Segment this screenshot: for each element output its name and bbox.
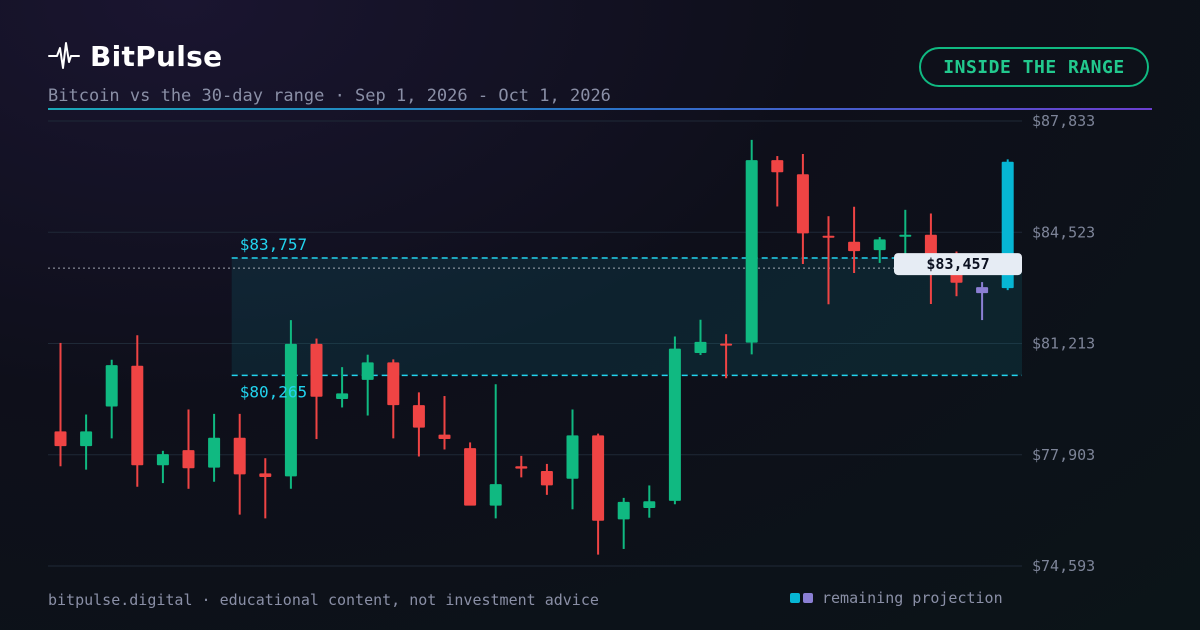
- y-tick-label: $81,213: [1032, 335, 1095, 353]
- candle-body: [80, 431, 93, 447]
- projection-candle: [976, 287, 989, 294]
- candle-body: [566, 435, 579, 479]
- candle-body: [771, 160, 784, 173]
- footer-note: bitpulse.digital · educational content, …: [48, 591, 599, 609]
- candle-body: [233, 437, 246, 475]
- candle-body: [515, 466, 528, 469]
- candle-body: [873, 239, 886, 251]
- candle-body: [643, 501, 656, 508]
- candle-body: [464, 448, 477, 506]
- candlestick-chart: $87,833 $84,523 $81,213 $77,903 $74,593 $83,7…: [48, 112, 1095, 575]
- candle-body: [284, 343, 297, 477]
- range-high-label: $83,757: [240, 235, 307, 254]
- candle-body: [387, 362, 400, 406]
- y-tick-label: $87,833: [1032, 112, 1095, 130]
- legend: remaining projection: [790, 589, 1003, 607]
- candle-body: [438, 434, 451, 440]
- candle-body: [412, 405, 425, 428]
- candle-body: [796, 174, 809, 234]
- candle-body: [310, 343, 323, 397]
- candle-body: [54, 431, 67, 447]
- candle-body: [336, 393, 349, 400]
- candle-body: [540, 470, 553, 486]
- y-tick-label: $84,523: [1032, 223, 1095, 241]
- candle-body: [617, 501, 630, 520]
- candle-body: [361, 362, 374, 380]
- candle-body: [208, 437, 221, 468]
- candle-body: [592, 435, 605, 521]
- candle-body: [489, 484, 502, 506]
- candle-body: [668, 348, 681, 501]
- y-tick-label: $74,593: [1032, 557, 1095, 575]
- legend-label: remaining projection: [822, 589, 1003, 607]
- candle-body: [182, 450, 195, 469]
- candle-body: [822, 235, 835, 238]
- candle-body: [720, 343, 733, 346]
- legend-swatch-down: [803, 593, 813, 603]
- current-price-label: $83,457: [926, 255, 989, 273]
- range-low-label: $80,265: [240, 382, 307, 401]
- candle-body: [899, 234, 912, 237]
- candle-body: [156, 454, 169, 466]
- range-band: [231, 257, 1022, 376]
- candle-body: [694, 341, 707, 354]
- candle-body: [745, 160, 758, 343]
- y-tick-label: $77,903: [1032, 446, 1095, 464]
- legend-swatch-up: [790, 593, 800, 603]
- candle-body: [105, 365, 118, 407]
- candle-body: [131, 365, 144, 466]
- candle-body: [259, 473, 272, 478]
- candle-body: [848, 241, 861, 252]
